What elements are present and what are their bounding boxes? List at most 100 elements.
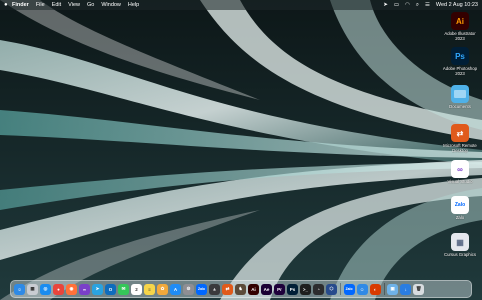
dock-app-illustrator[interactable]: Ai [248, 283, 259, 295]
trash-icon: 🗑 [415, 286, 422, 291]
calendar-icon: 2 [135, 286, 138, 292]
folder-icon [454, 90, 466, 98]
battery-icon[interactable]: ▭ [394, 2, 399, 8]
menu-edit[interactable]: Edit [52, 2, 61, 8]
outlook-icon: O [108, 286, 113, 292]
desktop-icon-image: ⇄ [451, 124, 469, 142]
dock-app-activity-monitor[interactable]: ◔ [313, 283, 324, 295]
dock-app-chrome[interactable]: ● [53, 283, 64, 295]
dock-app-photos[interactable]: ✿ [157, 283, 168, 295]
dock-app-finder-2[interactable]: ☺ [356, 283, 368, 295]
dock-app-premiere[interactable]: Pr [274, 283, 285, 295]
menu-view[interactable]: View [68, 2, 80, 8]
dock-app-notes[interactable]: ≡ [144, 283, 155, 295]
dock-app-downloads[interactable]: ↓ [400, 283, 412, 295]
desktop-icon-image: ▦ [451, 233, 469, 251]
dock: ☺ ▦ ◎ ● ◉ ∞ ➤ O ✉ 2 ≡ ✿ A ⚙ Zalo ± ⇄ ♞ Ai Ae Pr Ps >_ ◔ ⬡ Zalo ☺ ◐ ▣… [10, 280, 472, 298]
menu-app-name[interactable]: Finder [12, 2, 29, 8]
dock-app-photoshop[interactable]: Ps [287, 283, 298, 295]
illustrator-icon: Ai [251, 286, 256, 292]
location-icon[interactable]: ➤ [383, 2, 388, 8]
desktop-icon-glyph: ⇄ [456, 128, 464, 138]
menu-window[interactable]: Window [101, 2, 121, 8]
dock-app-finder[interactable]: ☺ [14, 283, 25, 295]
desktop-icon-label: Documents [449, 104, 471, 109]
finder-icon: ☺ [17, 286, 22, 292]
dock-app-messages[interactable]: ✉ [118, 283, 129, 295]
desktop-icon-image [451, 85, 469, 103]
chrome-icon: ● [57, 286, 60, 292]
premiere-icon: Pr [277, 286, 282, 292]
finder-2-icon: ☺ [359, 286, 365, 292]
app-store-icon: A [173, 286, 178, 292]
desktop-icon-4[interactable]: ∞ Visual Studio [440, 160, 480, 184]
downloads-icon: ↓ [404, 286, 407, 292]
dock-app-terminal[interactable]: >_ [300, 283, 311, 295]
menu-go[interactable]: Go [87, 2, 94, 8]
dock-separator [383, 283, 385, 295]
vpn-icon: ⬡ [329, 286, 334, 291]
dock-app-zalo-2[interactable]: Zalo [343, 283, 355, 295]
desktop-icon-label: Cursus Graphics [444, 252, 476, 257]
dock-app-telegram[interactable]: ➤ [92, 283, 103, 295]
dock-app-trash[interactable]: 🗑 [413, 283, 425, 295]
dock-app-office[interactable]: ◐ [369, 283, 381, 295]
settings-icon: ⚙ [186, 286, 191, 291]
desktop-icon-1[interactable]: Ps Adobe Photoshop 2023 [440, 47, 480, 76]
menu-help[interactable]: Help [128, 2, 139, 8]
search-icon[interactable]: ⌕ [416, 2, 419, 9]
desktop-icon-label: Adobe Illustrator 2023 [444, 31, 476, 41]
telegram-icon: ➤ [95, 286, 100, 291]
desktop-icon-glyph: Zalo [454, 202, 466, 208]
desktop-icon-label: Visual Studio [447, 179, 473, 184]
dock-separator [340, 283, 341, 295]
safari-icon: ◎ [43, 286, 48, 291]
dock-app-launchpad[interactable]: ▦ [27, 283, 38, 295]
dock-app-preview[interactable]: ▣ [387, 283, 399, 295]
desktop-icon-image: ∞ [451, 160, 469, 178]
dock-app-after-effects[interactable]: Ae [261, 283, 272, 295]
dock-app-settings[interactable]: ⚙ [183, 283, 194, 295]
desktop-icon-6[interactable]: ▦ Cursus Graphics [440, 233, 480, 257]
desktop-icon-label: Microsoft Remote Desktop [443, 143, 477, 153]
dock-app-visual-studio[interactable]: ∞ [79, 283, 90, 295]
desktop-icon-0[interactable]: Ai Adobe Illustrator 2023 [440, 12, 480, 41]
dock-app-zalo[interactable]: Zalo [196, 283, 207, 295]
dock-app-outlook[interactable]: O [105, 283, 116, 295]
desktop-wallpaper [0, 0, 482, 300]
terminal-icon: >_ [302, 286, 309, 292]
visual-studio-icon: ∞ [82, 286, 87, 292]
desktop-icon-image: Zalo [451, 196, 469, 214]
desktop-icon-image: Ai [451, 12, 469, 30]
zalo-2-icon: Zalo [345, 287, 353, 291]
launchpad-icon: ▦ [30, 286, 35, 291]
dock-app-app-store[interactable]: A [170, 283, 181, 295]
preview-icon: ▣ [390, 286, 395, 291]
menu-file[interactable]: File [36, 2, 45, 8]
firefox-icon: ◉ [69, 286, 74, 291]
desktop-icon-glyph: Ps [455, 51, 465, 61]
desktop-icon-label: Zalo [455, 215, 465, 220]
photos-icon: ✿ [160, 286, 165, 291]
apple-icon[interactable]: ● [4, 2, 12, 8]
desktop-icon-3[interactable]: ⇄ Microsoft Remote Desktop [440, 124, 480, 153]
dock-app-chess[interactable]: ♞ [235, 283, 246, 295]
desktop-icon-glyph: ∞ [457, 164, 463, 174]
control-center-icon[interactable]: ☰ [425, 2, 430, 8]
dock-app-calculator[interactable]: ± [209, 283, 220, 295]
dock-app-remote-desktop[interactable]: ⇄ [222, 283, 233, 295]
dock-app-calendar[interactable]: 2 [131, 283, 142, 295]
desktop-icon-label: Adobe Photoshop 2023 [442, 66, 478, 76]
dock-app-firefox[interactable]: ◉ [66, 283, 77, 295]
desktop-icon-image: Ps [451, 47, 469, 65]
clock[interactable]: Wed 2 Aug 10:23 [436, 2, 478, 8]
desktop-icon-2[interactable]: Documents [440, 85, 480, 109]
dock-app-safari[interactable]: ◎ [40, 283, 51, 295]
desktop-icon-glyph: Ai [456, 16, 464, 26]
remote-desktop-icon: ⇄ [225, 286, 230, 291]
wifi-icon[interactable]: ◠ [405, 2, 410, 8]
desktop-icon-glyph: ▦ [456, 237, 464, 247]
photoshop-icon: Ps [289, 286, 296, 292]
desktop-icon-5[interactable]: Zalo Zalo [440, 196, 480, 220]
dock-app-vpn[interactable]: ⬡ [326, 283, 337, 295]
